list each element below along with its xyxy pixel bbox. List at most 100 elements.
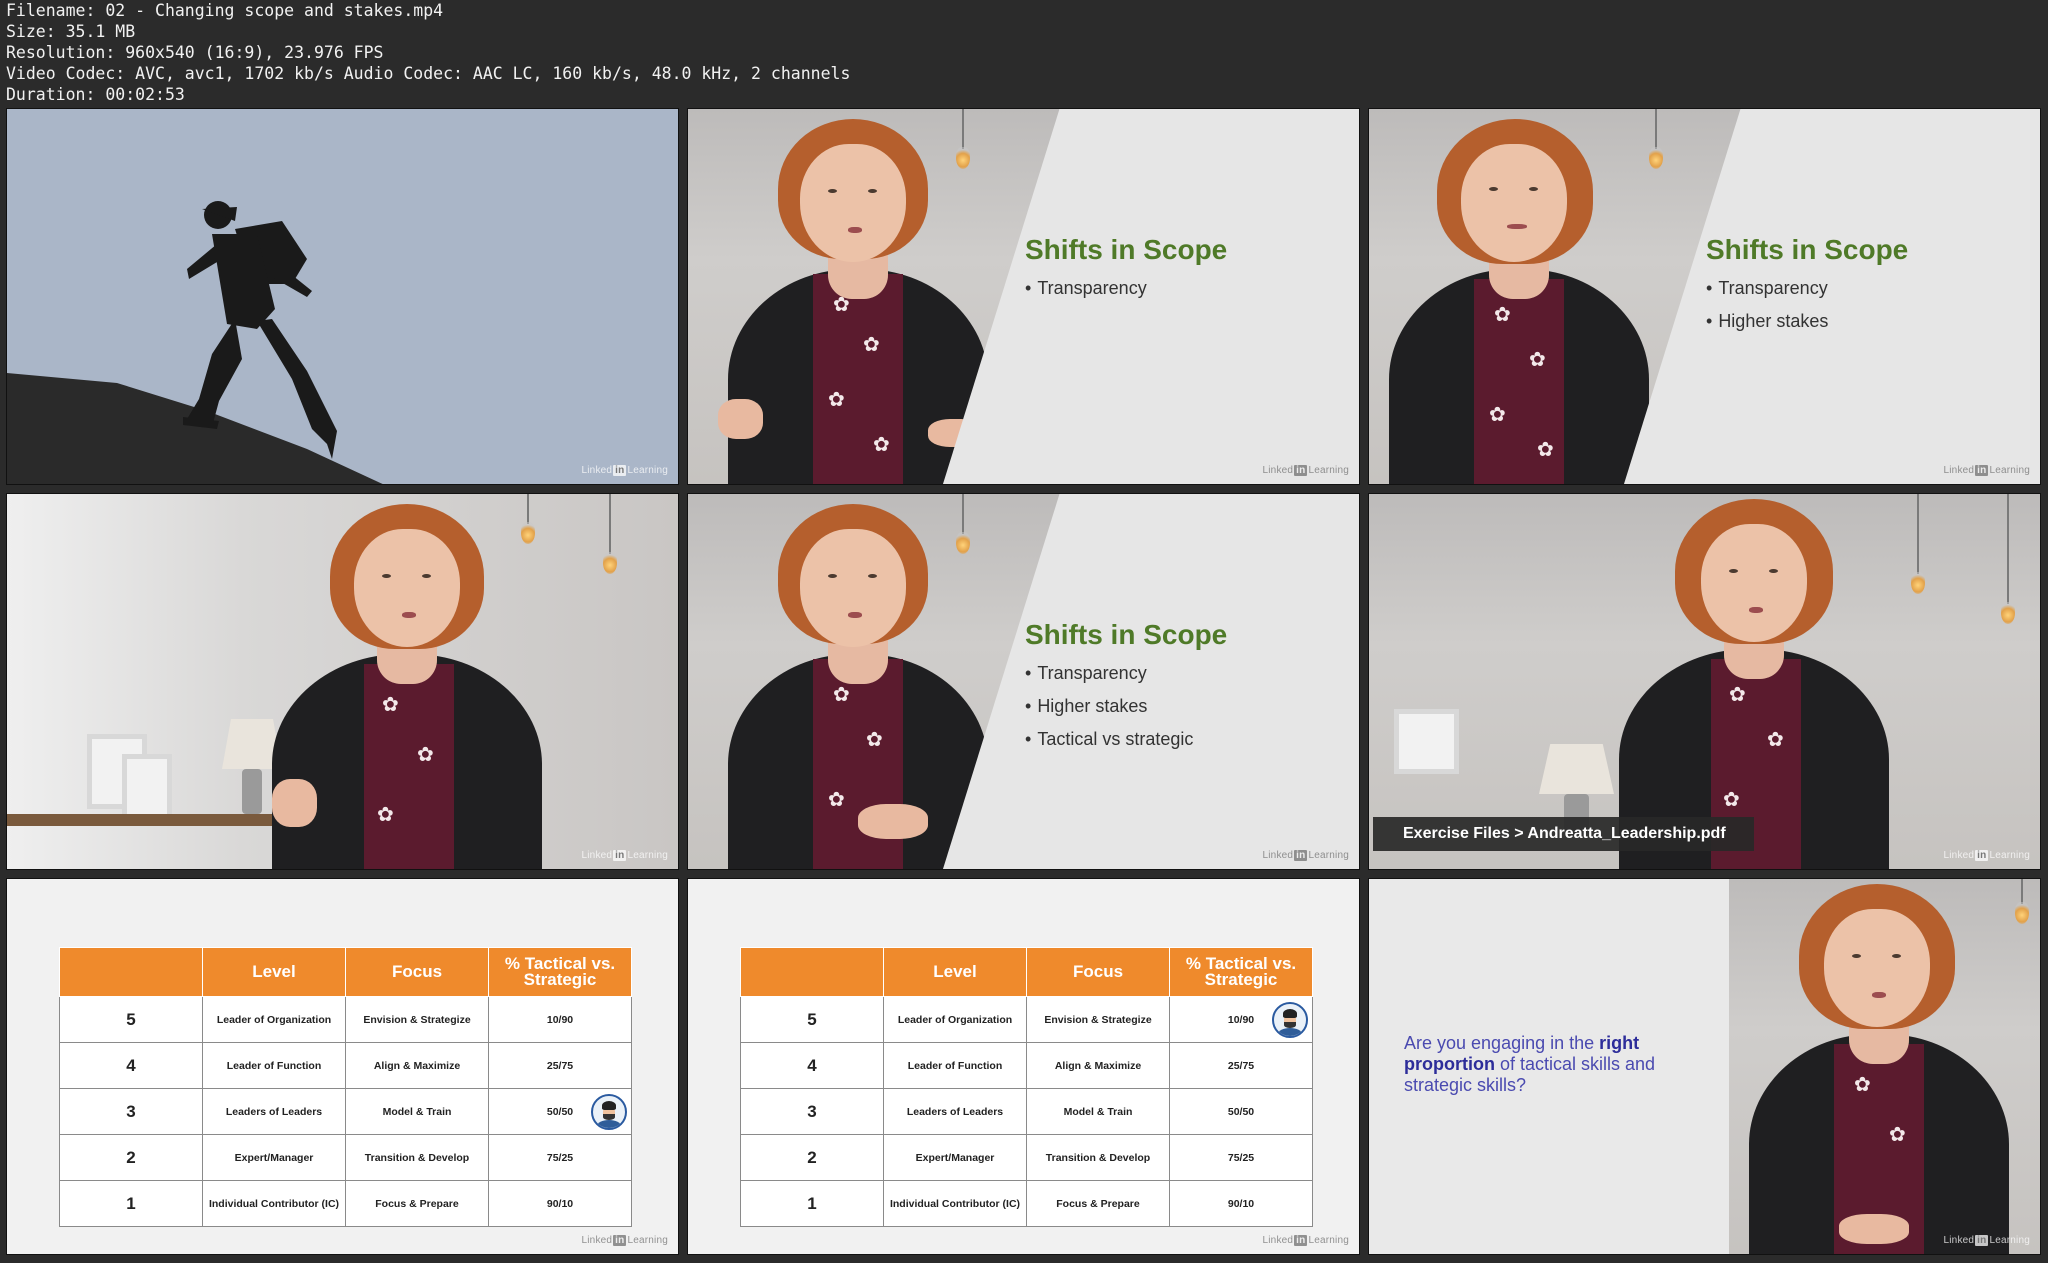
bullet-higher-stakes: • Higher stakes [1025,696,1148,716]
table-cell: 2 [740,1134,884,1181]
avatar-icon [591,1093,627,1130]
slide-title: Shifts in Scope [1025,234,1228,265]
linkedin-learning-watermark: Linked in Learning [1943,465,2030,476]
table-header [740,947,884,997]
table-header [59,947,203,997]
linkedin-learning-watermark: Linked in Learning [581,1235,668,1246]
table-cell: Align & Maximize [345,1042,489,1089]
table-cell: Individual Contributor (IC) [202,1180,346,1227]
presenter: ✿ ✿ ✿ ✿ [718,119,988,484]
presenter: ✿ ✿ ✿ [728,504,988,869]
table-row: 2 Expert/Manager Transition & Develop 75… [59,1134,632,1181]
table-row: 1 Individual Contributor (IC) Focus & Pr… [59,1180,632,1227]
exercise-files-caption: Exercise Files > Andreatta_Leadership.pd… [1373,817,1754,851]
table-header: Focus [345,947,489,997]
table-cell: Leader of Function [883,1042,1027,1089]
table-cell: 2 [59,1134,203,1181]
bullet-transparency: • Transparency [1025,663,1147,683]
table-cell: 1 [740,1180,884,1227]
slide-content: Shifts in Scope • Transparency • Higher st… [1025,619,1227,750]
thumbnail-exercise-files[interactable]: ✿ ✿ ✿ Exercise Files > Andreatta_Leaders… [1368,493,2041,870]
table-cell: 75/25 [1169,1134,1313,1181]
table-cell: 50/50 [1169,1088,1313,1135]
slide-title: Shifts in Scope [1706,234,1909,265]
table-cell: Model & Train [345,1088,489,1135]
linkedin-learning-watermark: Linked in Learning [1943,1235,2030,1246]
table-cell: Focus & Prepare [345,1180,489,1227]
presenter: ✿ ✿ [1749,884,2009,1254]
slide-title: Shifts in Scope [1025,619,1228,650]
table-row: 3 Leaders of Leaders Model & Train 50/50 [740,1088,1313,1135]
table-row: 4 Leader of Function Align & Maximize 25… [740,1042,1313,1089]
table-cell: 1 [59,1180,203,1227]
thumbnail-shifts-in-scope-2[interactable]: ✿ ✿ ✿ ✿ Shifts in Scope • Transparency • H… [1368,108,2041,485]
slide-content: Shifts in Scope • Transparency • Higher st… [1706,234,1908,332]
linkedin-learning-watermark: Linked in Learning [1262,1235,1349,1246]
table-cell: 90/10 [488,1180,632,1227]
thumbnail-shifts-in-scope-3[interactable]: ✿ ✿ ✿ Shifts in Scope • Transparency • Hig… [687,493,1360,870]
wall-picture [1394,709,1459,774]
table-row: 4 Leader of Function Align & Maximize 25… [59,1042,632,1089]
table-cell: Leader of Organization [883,996,1027,1043]
bullet-higher-stakes: • Higher stakes [1706,311,1829,331]
bulb-icon [1649,147,1663,169]
size-line: Size: 35.1 MB [6,22,136,41]
bulb-icon [603,552,617,574]
leadership-levels-table: Level Focus % Tactical vs. Strategic 5 L… [59,947,632,1227]
table-cell: Leader of Function [202,1042,346,1089]
thumbnail-shifts-in-scope-1[interactable]: ✿ ✿ ✿ ✿ Shifts in Scope • Transparency Li… [687,108,1360,485]
table-header: Focus [1026,947,1170,997]
table-cell: Envision & Strategize [345,996,489,1043]
table-header: Level [883,947,1027,997]
codec-line: Video Codec: AVC, avc1, 1702 kb/s Audio … [6,64,851,83]
table-row: 5 Leader of Organization Envision & Stra… [740,996,1313,1043]
resolution-line: Resolution: 960x540 (16:9), 23.976 FPS [6,43,384,62]
ratio-value: 50/50 [546,1105,574,1118]
table-cell: Transition & Develop [345,1134,489,1181]
presenter: ✿ ✿ ✿ [272,504,542,869]
presenter: ✿ ✿ ✿ ✿ [1389,119,1649,484]
linkedin-learning-watermark: Linked in Learning [1262,465,1349,476]
table-cell: Transition & Develop [1026,1134,1170,1181]
bulb-icon [2001,602,2015,624]
table-cell: 5 [740,996,884,1043]
table-cell: Leaders of Leaders [883,1088,1027,1135]
table-cell: 4 [740,1042,884,1089]
table-cell: 25/75 [1169,1042,1313,1089]
table-header: Level [202,947,346,997]
table-cell: Expert/Manager [202,1134,346,1181]
table-cell: Leader of Organization [202,996,346,1043]
lamp-icon [1539,744,1614,794]
bulb-icon [2015,902,2029,924]
table-cell: 5 [59,996,203,1043]
table-cell: 75/25 [488,1134,632,1181]
wall-picture [122,754,172,819]
table-cell: Expert/Manager [883,1134,1027,1181]
table-cell: Align & Maximize [1026,1042,1170,1089]
table-cell: 3 [59,1088,203,1135]
slide-content: Shifts in Scope • Transparency [1025,234,1227,299]
desk [7,814,307,826]
ratio-value: 10/90 [1227,1013,1255,1026]
table-cell: Leaders of Leaders [202,1088,346,1135]
table-header-row: Level Focus % Tactical vs. Strategic [740,947,1313,997]
table-cell: 3 [740,1088,884,1135]
thumbnail-hiker-silhouette[interactable]: Linked in Learning [6,108,679,485]
bulb-icon [1911,572,1925,594]
table-cell: Individual Contributor (IC) [883,1180,1027,1227]
presenter: ✿ ✿ ✿ [1619,499,1889,869]
file-info-header: Filename: 02 - Changing scope and stakes… [6,0,1406,105]
table-row: 5 Leader of Organization Envision & Stra… [59,996,632,1043]
table-header: % Tactical vs. Strategic [488,947,632,997]
table-header-row: Level Focus % Tactical vs. Strategic [59,947,632,997]
table-cell: Model & Train [1026,1088,1170,1135]
thumbnail-presenter-room-1[interactable]: ✿ ✿ ✿ Linked in Learning [6,493,679,870]
duration-line: Duration: 00:02:53 [6,85,185,104]
table-cell-with-avatar: 50/50 [488,1088,632,1135]
thumbnail-question-slide[interactable]: ✿ ✿ Are you engaging in the right propor… [1368,878,2041,1255]
hiker-silhouette-illustration [7,201,383,484]
thumbnail-levels-table-1[interactable]: Level Focus % Tactical vs. Strategic 5 L… [6,878,679,1255]
thumbnail-levels-table-2[interactable]: Level Focus % Tactical vs. Strategic 5 L… [687,878,1360,1255]
leadership-levels-table: Level Focus % Tactical vs. Strategic 5 L… [740,947,1313,1227]
table-row: 3 Leaders of Leaders Model & Train 50/50 [59,1088,632,1135]
